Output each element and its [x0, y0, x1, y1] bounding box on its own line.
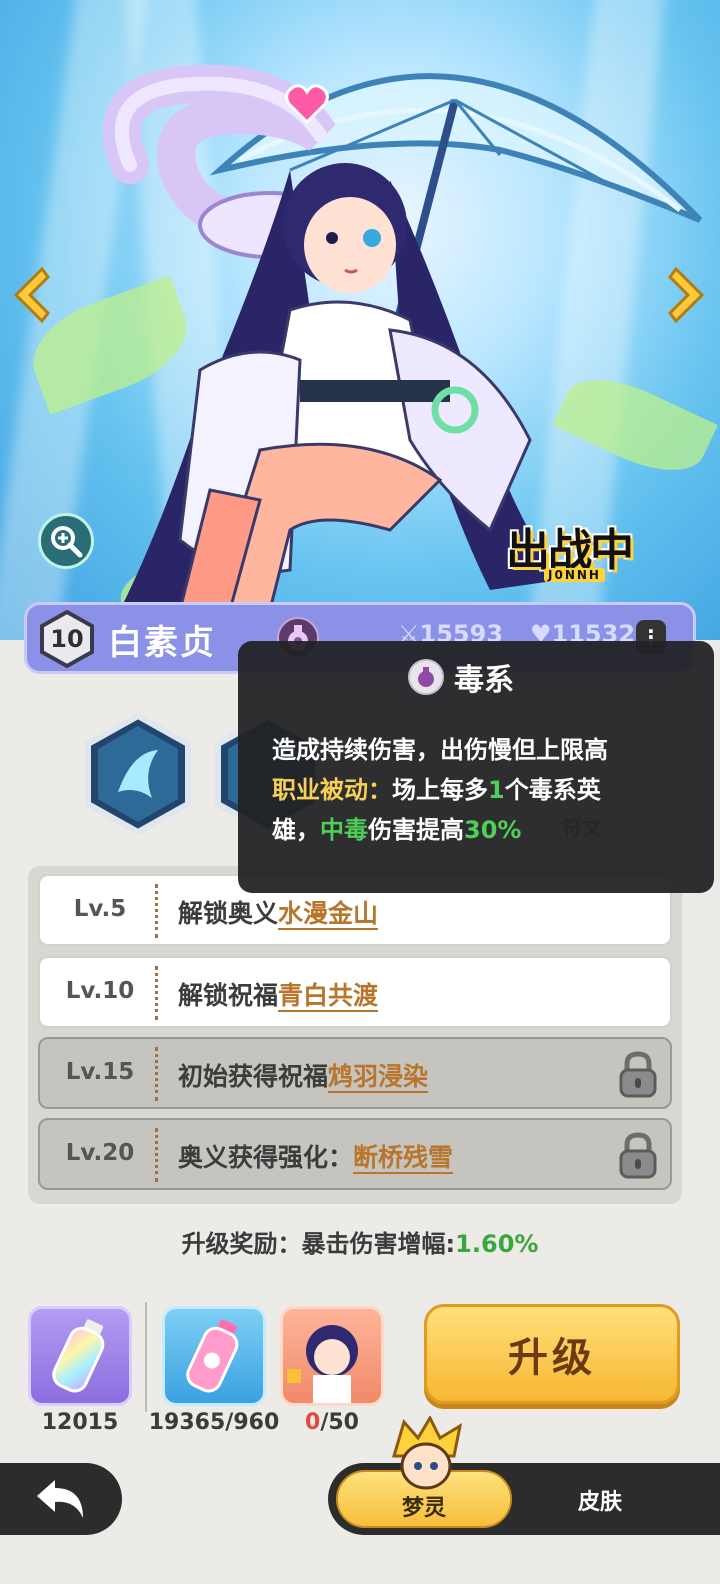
row-divider: [155, 884, 158, 938]
unlock-description: 初始获得祝福鸩羽浸染: [178, 1057, 429, 1093]
hero-level: 10: [50, 625, 84, 653]
hero-level-badge: 10: [38, 610, 96, 668]
unlock-level: Lv.20: [65, 1140, 135, 1166]
passive-text-d: 伤害提高: [368, 816, 464, 844]
item-divider: [145, 1302, 147, 1412]
element-tooltip: 毒系 造成持续伤害，出伤慢但上限高 职业被动：场上每多1个毒系英 雄，中毒伤害提…: [238, 641, 714, 893]
poison-element-icon: [408, 659, 444, 695]
unlock-text: 奥义获得强化：: [178, 1143, 354, 1172]
unlock-highlight: 鸩羽浸染: [328, 1062, 429, 1093]
unlock-row-lv20[interactable]: Lv.20 奥义获得强化：断桥残雪: [38, 1118, 672, 1190]
row-divider: [155, 1047, 158, 1101]
pink-bottle-icon: [186, 1319, 239, 1393]
zoom-in-icon: [51, 526, 83, 558]
shard-need: /50: [320, 1410, 359, 1435]
deployed-status-subtext: J0NNH: [544, 568, 605, 582]
passive-count: 1: [488, 776, 505, 804]
hero-name: 白素贞: [108, 623, 216, 663]
unlock-highlight: 水漫金山: [278, 899, 379, 930]
hero-artwork: 出战中 J0NNH: [0, 0, 720, 640]
back-button[interactable]: [0, 1463, 122, 1535]
tooltip-line-3: 雄，中毒伤害提高30%: [272, 810, 521, 845]
lock-icon: [619, 1051, 657, 1098]
unlock-row-lv10[interactable]: Lv.10 解锁祝福青白共渡: [38, 956, 672, 1028]
passive-percent: 30%: [464, 816, 522, 844]
water-skill-icon: [85, 712, 191, 836]
pink-potion-count: 19365/960: [148, 1410, 280, 1435]
passive-text-b: 个毒系英: [504, 776, 601, 804]
tab-skin[interactable]: 皮肤: [540, 1484, 660, 1516]
unlock-highlight: 青白共渡: [278, 981, 379, 1012]
reward-value: 1.60%: [455, 1230, 539, 1258]
passive-text-c: 雄，: [272, 816, 320, 844]
upgrade-button[interactable]: 升级: [424, 1304, 680, 1404]
unlock-text: 初始获得祝福: [178, 1062, 329, 1091]
unlock-highlight: 断桥残雪: [353, 1143, 454, 1174]
zoom-button[interactable]: [38, 513, 94, 569]
unlock-row-lv15[interactable]: Lv.15 初始获得祝福鸩羽浸染: [38, 1037, 672, 1109]
hero-shard-item[interactable]: [280, 1306, 384, 1406]
prev-hero-arrow[interactable]: [8, 262, 52, 328]
lock-icon: [619, 1132, 657, 1179]
unlock-description: 解锁奥义水漫金山: [178, 894, 379, 930]
chevron-left-icon: [13, 266, 50, 324]
rainbow-potion-count: 12015: [41, 1410, 119, 1435]
unlock-description: 奥义获得强化：断桥残雪: [178, 1138, 454, 1174]
skill-slot-1[interactable]: [82, 712, 194, 836]
poison-highlight: 中毒: [320, 816, 368, 844]
unlock-level: Lv.10: [65, 978, 135, 1004]
tooltip-title: 毒系: [454, 663, 514, 698]
heart-icon: [285, 84, 329, 125]
mascot-icon: [391, 1416, 463, 1490]
deployed-status-badge: 出战中 J0NNH: [488, 500, 688, 590]
shard-have: 0: [305, 1410, 321, 1435]
reward-label: 升级奖励：暴击伤害增幅:: [181, 1230, 456, 1258]
rainbow-potion-item[interactable]: [28, 1306, 132, 1406]
unlock-text: 解锁奥义: [178, 899, 279, 928]
row-divider: [155, 1128, 158, 1182]
shard-count: 0/50: [280, 1410, 384, 1435]
unlock-text: 解锁祝福: [178, 981, 279, 1010]
unlock-level: Lv.15: [65, 1059, 135, 1085]
unlock-description: 解锁祝福青白共渡: [178, 976, 379, 1012]
hero-portrait-icon: [287, 1325, 358, 1403]
passive-label: 职业被动：: [272, 776, 392, 804]
passive-text-a: 场上每多: [392, 776, 488, 804]
tooltip-line-2: 职业被动：场上每多1个毒系英: [272, 770, 601, 805]
chevron-right-icon: [668, 266, 705, 324]
unlock-level: Lv.5: [73, 896, 127, 922]
tooltip-line-1: 造成持续伤害，出伤慢但上限高: [272, 736, 608, 764]
back-arrow-icon: [37, 1480, 83, 1518]
next-hero-arrow[interactable]: [666, 262, 710, 328]
rainbow-bottle-icon: [52, 1319, 105, 1393]
upgrade-reward: 升级奖励：暴击伤害增幅:1.60%: [0, 1224, 720, 1259]
pink-potion-item[interactable]: [162, 1306, 266, 1406]
tooltip-header: 毒系: [408, 655, 514, 699]
row-divider: [155, 966, 158, 1020]
poison-flask-icon: [418, 667, 434, 687]
